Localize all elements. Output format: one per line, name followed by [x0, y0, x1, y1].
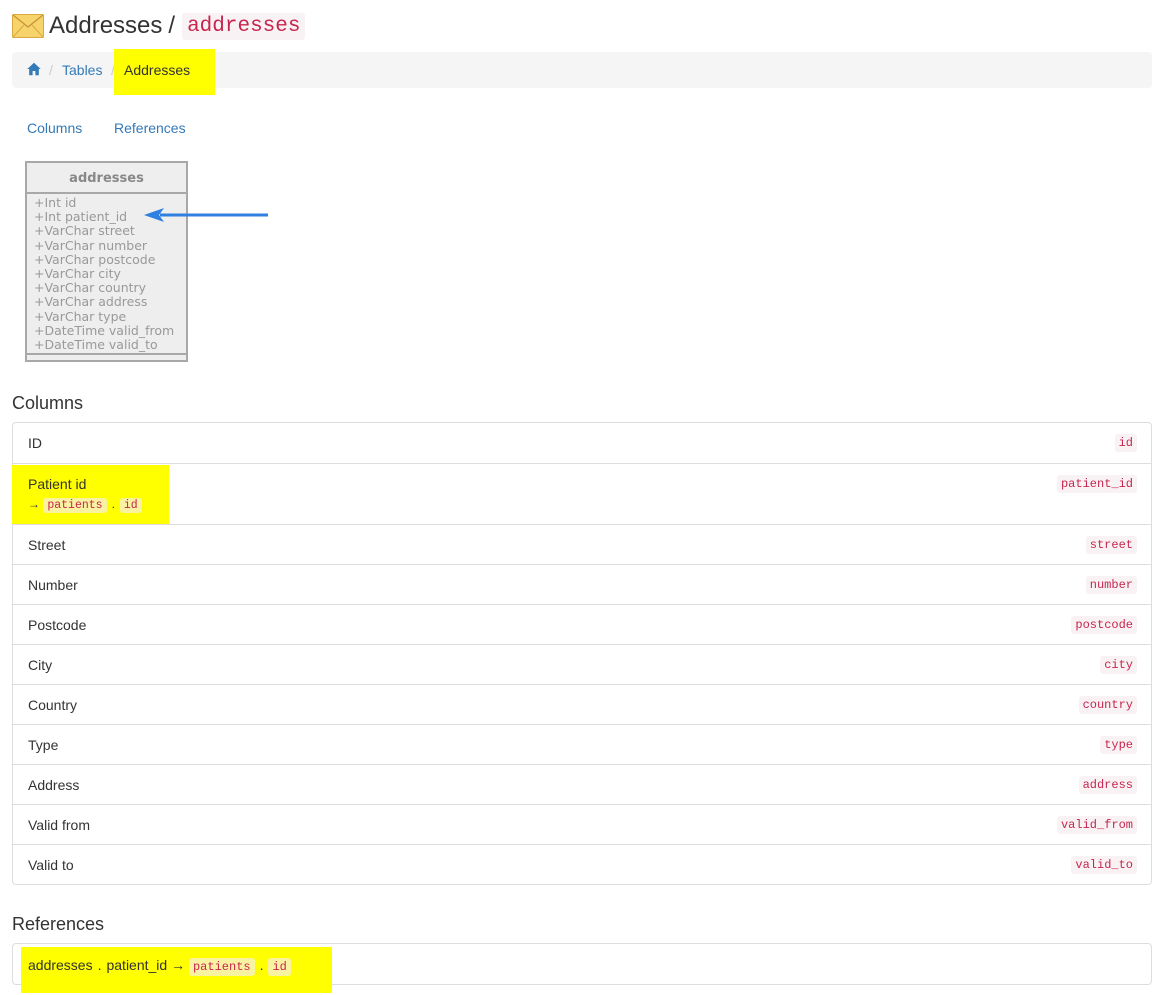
diagram-field: +DateTime valid_from [34, 322, 175, 338]
table-code: addresses [182, 12, 306, 40]
breadcrumb: / Tables / Addresses [12, 49, 1152, 95]
envelope-icon [12, 14, 44, 38]
column-code: type [1100, 736, 1137, 754]
highlight-box: Addresses [114, 49, 215, 95]
column-code: city [1100, 656, 1137, 674]
list-item: Country country [13, 684, 1151, 724]
list-item: ID id [13, 423, 1151, 463]
foreign-key-reference: → patients. id [28, 497, 142, 513]
list-item: Address address [13, 764, 1151, 804]
diagram-field: +VarChar country [34, 280, 147, 296]
column-code: postcode [1071, 616, 1137, 634]
ref-arrow: → [28, 497, 40, 511]
diagram-field: +VarChar address [34, 294, 148, 310]
ref-separator: . [259, 957, 264, 973]
column-label: Postcode [28, 617, 87, 633]
column-label: Street [28, 537, 66, 553]
columns-list: ID id Patient id → patients. id patient_i… [12, 422, 1152, 885]
list-item: Type type [13, 724, 1151, 764]
ref-column-code: id [119, 498, 142, 513]
diagram-field: +DateTime valid_to [34, 337, 158, 353]
column-label: City [28, 657, 53, 673]
breadcrumb-separator: / [49, 62, 53, 78]
list-item: Valid from valid_from [13, 804, 1151, 844]
reference-item: addresses. patient_id → patients. id [28, 957, 291, 976]
column-label: Valid to [28, 857, 74, 873]
column-label: Number [28, 577, 78, 593]
diagram-divider [27, 353, 186, 355]
column-code: street [1085, 536, 1137, 554]
diagram-field: +VarChar number [34, 237, 148, 253]
breadcrumb-current: Addresses [124, 62, 191, 78]
column-code: address [1078, 776, 1137, 794]
column-label: Valid from [28, 817, 90, 833]
ref-separator: . [97, 957, 102, 973]
diagram-field: +VarChar street [34, 223, 135, 239]
column-label: Type [28, 737, 59, 753]
ref-separator: . [111, 497, 115, 511]
references-list: addresses. patient_id → patients. id [12, 943, 1152, 993]
column-label: ID [28, 435, 42, 451]
references-heading: References [12, 914, 105, 934]
diagram-field: +VarChar city [34, 266, 121, 282]
diagram-table-name: addresses [27, 163, 186, 194]
diagram-field: +VarChar postcode [34, 251, 156, 267]
column-code: country [1078, 696, 1137, 714]
list-item: Patient id → patients. id patient_id [12, 463, 1151, 524]
column-code: id [1114, 434, 1137, 452]
columns-heading: Columns [12, 393, 84, 413]
annotation-arrow [144, 208, 268, 222]
column-code: valid_from [1056, 816, 1137, 834]
ref-table-link[interactable]: patients [188, 958, 255, 976]
ref-column-code: id [268, 958, 291, 976]
ref-source-column: patient_id [106, 957, 168, 973]
column-code: valid_to [1071, 856, 1137, 874]
table-diagram: addresses +Int id +Int patient_id +VarCh… [25, 161, 188, 362]
tab-columns[interactable]: Columns [27, 120, 82, 136]
list-item: Postcode postcode [13, 604, 1151, 644]
ref-table-link[interactable]: patients [43, 498, 107, 513]
list-item: City city [13, 644, 1151, 684]
tab-references[interactable]: References [114, 120, 186, 136]
title-text: Addresses [49, 12, 163, 39]
column-label: Address [28, 777, 80, 793]
list-item: Valid to valid_to [13, 844, 1151, 884]
column-label: Patient id [28, 476, 87, 492]
diagram-field: +VarChar type [34, 308, 127, 324]
page-title: Addresses / addresses [12, 8, 306, 44]
column-code: patient_id [1056, 475, 1137, 493]
ref-arrow: → [171, 957, 186, 973]
column-label: Country [28, 697, 78, 713]
list-item: Number number [13, 564, 1151, 604]
list-item: Street street [13, 524, 1151, 564]
highlight-box [12, 465, 169, 524]
column-code: number [1085, 576, 1137, 594]
title-separator: / [168, 12, 176, 39]
home-icon[interactable] [27, 62, 41, 76]
breadcrumb-tables-link[interactable]: Tables [62, 62, 102, 78]
ref-source-table: addresses [28, 957, 93, 973]
